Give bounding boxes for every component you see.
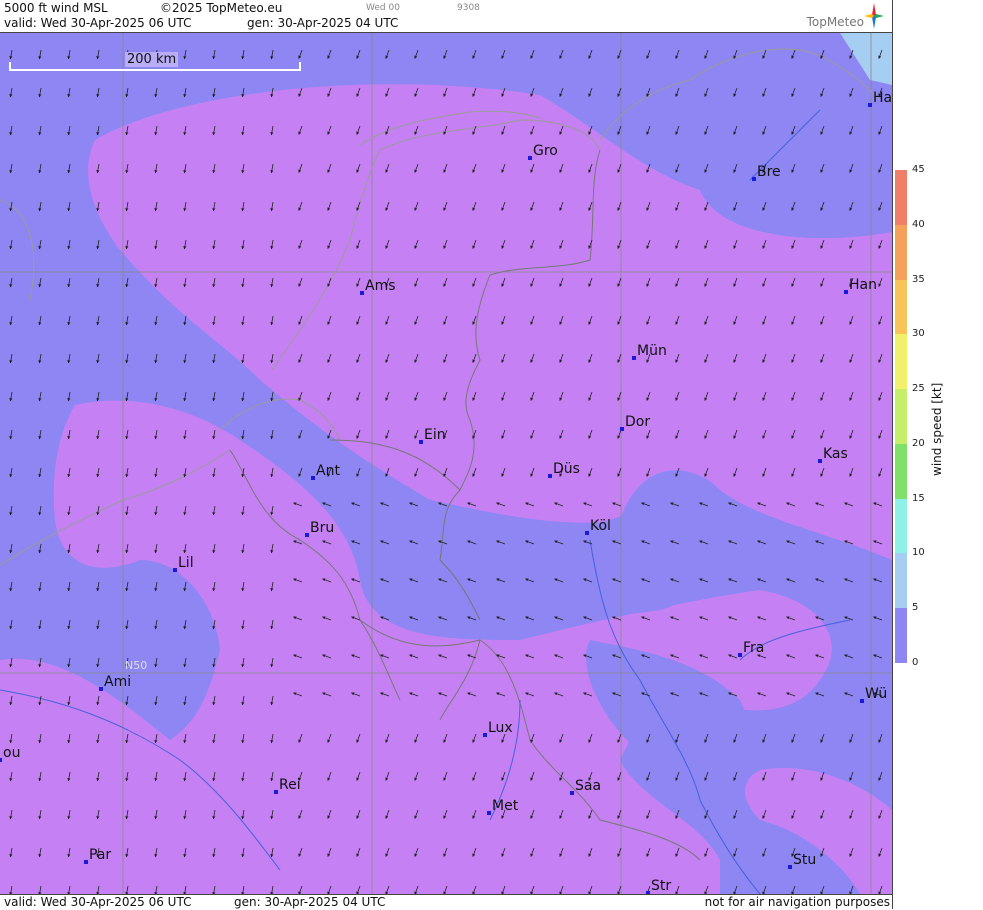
city-label: Ami	[104, 674, 131, 690]
city-dot	[585, 531, 589, 535]
city-label: Par	[89, 847, 111, 863]
colorbar-tick: 20	[912, 437, 925, 449]
city-dot	[360, 291, 364, 295]
colorbar-tick: 25	[912, 383, 925, 395]
city-dot	[788, 865, 792, 869]
city-label: Stu	[793, 852, 816, 868]
frame-edge	[892, 0, 893, 909]
colorbar-tick: 45	[912, 164, 925, 175]
logo-text: TopMeteo	[806, 15, 864, 29]
city-dot	[818, 459, 822, 463]
city-label: Düs	[553, 461, 580, 477]
copyright: ©2025 TopMeteo.eu	[160, 1, 283, 15]
city-label: Fra	[743, 640, 764, 656]
colorbar	[895, 170, 907, 664]
city-dot	[487, 811, 491, 815]
colorbar-tick: 35	[912, 273, 925, 285]
latitude-label: N50	[125, 659, 148, 672]
city-label: Mün	[637, 343, 667, 359]
city-dot	[305, 533, 309, 537]
colorbar-segment	[895, 498, 907, 554]
colorbar-tick: 15	[912, 492, 925, 504]
city-label: Ha	[873, 90, 892, 106]
map-footer: valid: Wed 30-Apr-2025 06 UTC gen: 30-Ap…	[0, 894, 892, 910]
colorbar-tick: 5	[912, 602, 919, 614]
city-label: Köl	[590, 518, 611, 534]
city-label: Bru	[310, 520, 334, 536]
city-label: Ant	[316, 463, 340, 479]
colorbar-segment	[895, 553, 907, 609]
wind-map[interactable]: Gro Bre Ha Ams Han Mün Dor Ein Ant Düs Kas Bru Köl Li…	[0, 33, 892, 894]
city-label: Ams	[365, 278, 396, 294]
city-dot	[173, 568, 177, 572]
city-dot	[570, 791, 574, 795]
colorbar-segment	[895, 279, 907, 335]
colorbar-segment	[895, 608, 907, 664]
colorbar-segment	[895, 170, 907, 226]
city-label: Wü	[865, 686, 887, 702]
city-label: Ein	[424, 427, 446, 443]
city-dot	[419, 440, 423, 444]
colorbar-segment	[895, 443, 907, 500]
city-label: Str	[651, 878, 671, 894]
city-dot	[752, 177, 756, 181]
scale-label: 200 km	[125, 52, 179, 67]
colorbar-tick: 40	[912, 218, 925, 230]
city-label: Rei	[279, 777, 301, 793]
topmeteo-logo: TopMeteo	[796, 3, 884, 31]
city-dot	[84, 860, 88, 864]
map-header: 5000 ft wind MSL ©2025 TopMeteo.eu Wed 0…	[0, 0, 892, 33]
city-dot	[0, 758, 2, 762]
city-label: ou	[3, 745, 20, 761]
colorbar-tick: 10	[912, 547, 925, 559]
city-label: Han	[849, 277, 877, 293]
tiny-code: 9308	[457, 3, 480, 13]
compass-icon	[864, 3, 884, 29]
city-dot	[860, 699, 864, 703]
generated-time: gen: 30-Apr-2025 04 UTC	[247, 16, 399, 30]
city-dot	[620, 427, 624, 431]
city-dot	[632, 356, 636, 360]
footer-gen: gen: 30-Apr-2025 04 UTC	[234, 895, 386, 909]
city-label: Bre	[757, 164, 781, 180]
colorbar-tick: 0	[912, 657, 919, 668]
colorbar-title: wind speed [kt]	[930, 382, 944, 476]
city-dot	[483, 733, 487, 737]
city-dot	[99, 687, 103, 691]
city-dot	[274, 790, 278, 794]
tiny-day: Wed 00	[366, 3, 400, 13]
footer-valid: valid: Wed 30-Apr-2025 06 UTC	[4, 895, 192, 909]
colorbar-tick: 30	[912, 328, 925, 340]
city-label: Met	[492, 798, 519, 814]
city-dot	[844, 290, 848, 294]
colorbar-segment	[895, 389, 907, 445]
city-dot	[548, 474, 552, 478]
city-label: Gro	[533, 143, 558, 159]
city-label: Kas	[823, 446, 848, 462]
valid-time: valid: Wed 30-Apr-2025 06 UTC	[4, 16, 192, 30]
city-dot	[738, 653, 742, 657]
city-label: Lil	[178, 555, 194, 571]
city-label: Saa	[575, 778, 601, 794]
city-label: Dor	[625, 414, 650, 430]
product-title: 5000 ft wind MSL	[4, 1, 108, 15]
colorbar-segment	[895, 334, 907, 390]
city-dot	[311, 476, 315, 480]
footer-disclaimer: not for air navigation purposes	[704, 895, 890, 909]
city-dot	[528, 156, 532, 160]
city-dot	[868, 103, 872, 107]
city-label: Lux	[488, 720, 513, 736]
colorbar-segment	[895, 224, 907, 281]
